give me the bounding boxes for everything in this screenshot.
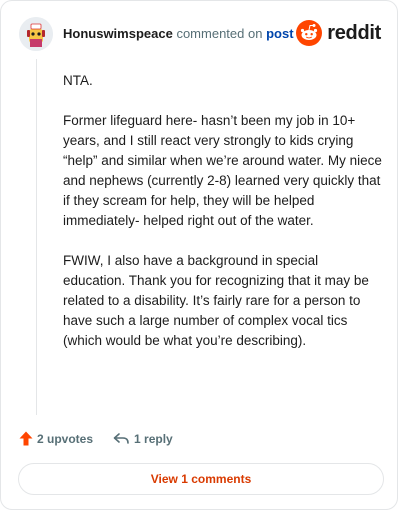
post-link[interactable]: post [266, 26, 293, 41]
username[interactable]: Honuswimspeace [63, 26, 173, 41]
comment-card: Honuswimspeace commented on post reddit … [0, 0, 398, 510]
user-avatar[interactable] [19, 17, 53, 51]
reddit-logo-icon [296, 20, 323, 46]
reddit-brand[interactable]: reddit [296, 20, 381, 46]
view-comments-button[interactable]: View 1 comments [18, 463, 384, 495]
comment-body: NTA. Former lifeguard here- hasn’t been … [63, 71, 383, 371]
comment-header: Honuswimspeace commented on post [63, 26, 294, 42]
brand-wordmark: reddit [327, 21, 381, 44]
upvote-count: 2 upvotes [37, 431, 94, 446]
comment-actions: 2 upvotes 1 reply [19, 431, 173, 446]
reply-button[interactable]: 1 reply [113, 432, 173, 446]
snoo-avatar-icon [19, 17, 53, 51]
reply-count: 1 reply [134, 431, 173, 446]
comment-paragraph: NTA. [63, 73, 93, 88]
upvote-arrow-icon [19, 431, 33, 446]
action-text: commented on [176, 26, 263, 41]
upvote-button[interactable]: 2 upvotes [19, 431, 93, 446]
thread-line [36, 59, 37, 415]
comment-paragraph: FWIW, I also have a background in specia… [63, 253, 369, 348]
comment-paragraph: Former lifeguard here- hasn’t been my jo… [63, 113, 382, 228]
reply-arrow-icon [113, 432, 129, 444]
